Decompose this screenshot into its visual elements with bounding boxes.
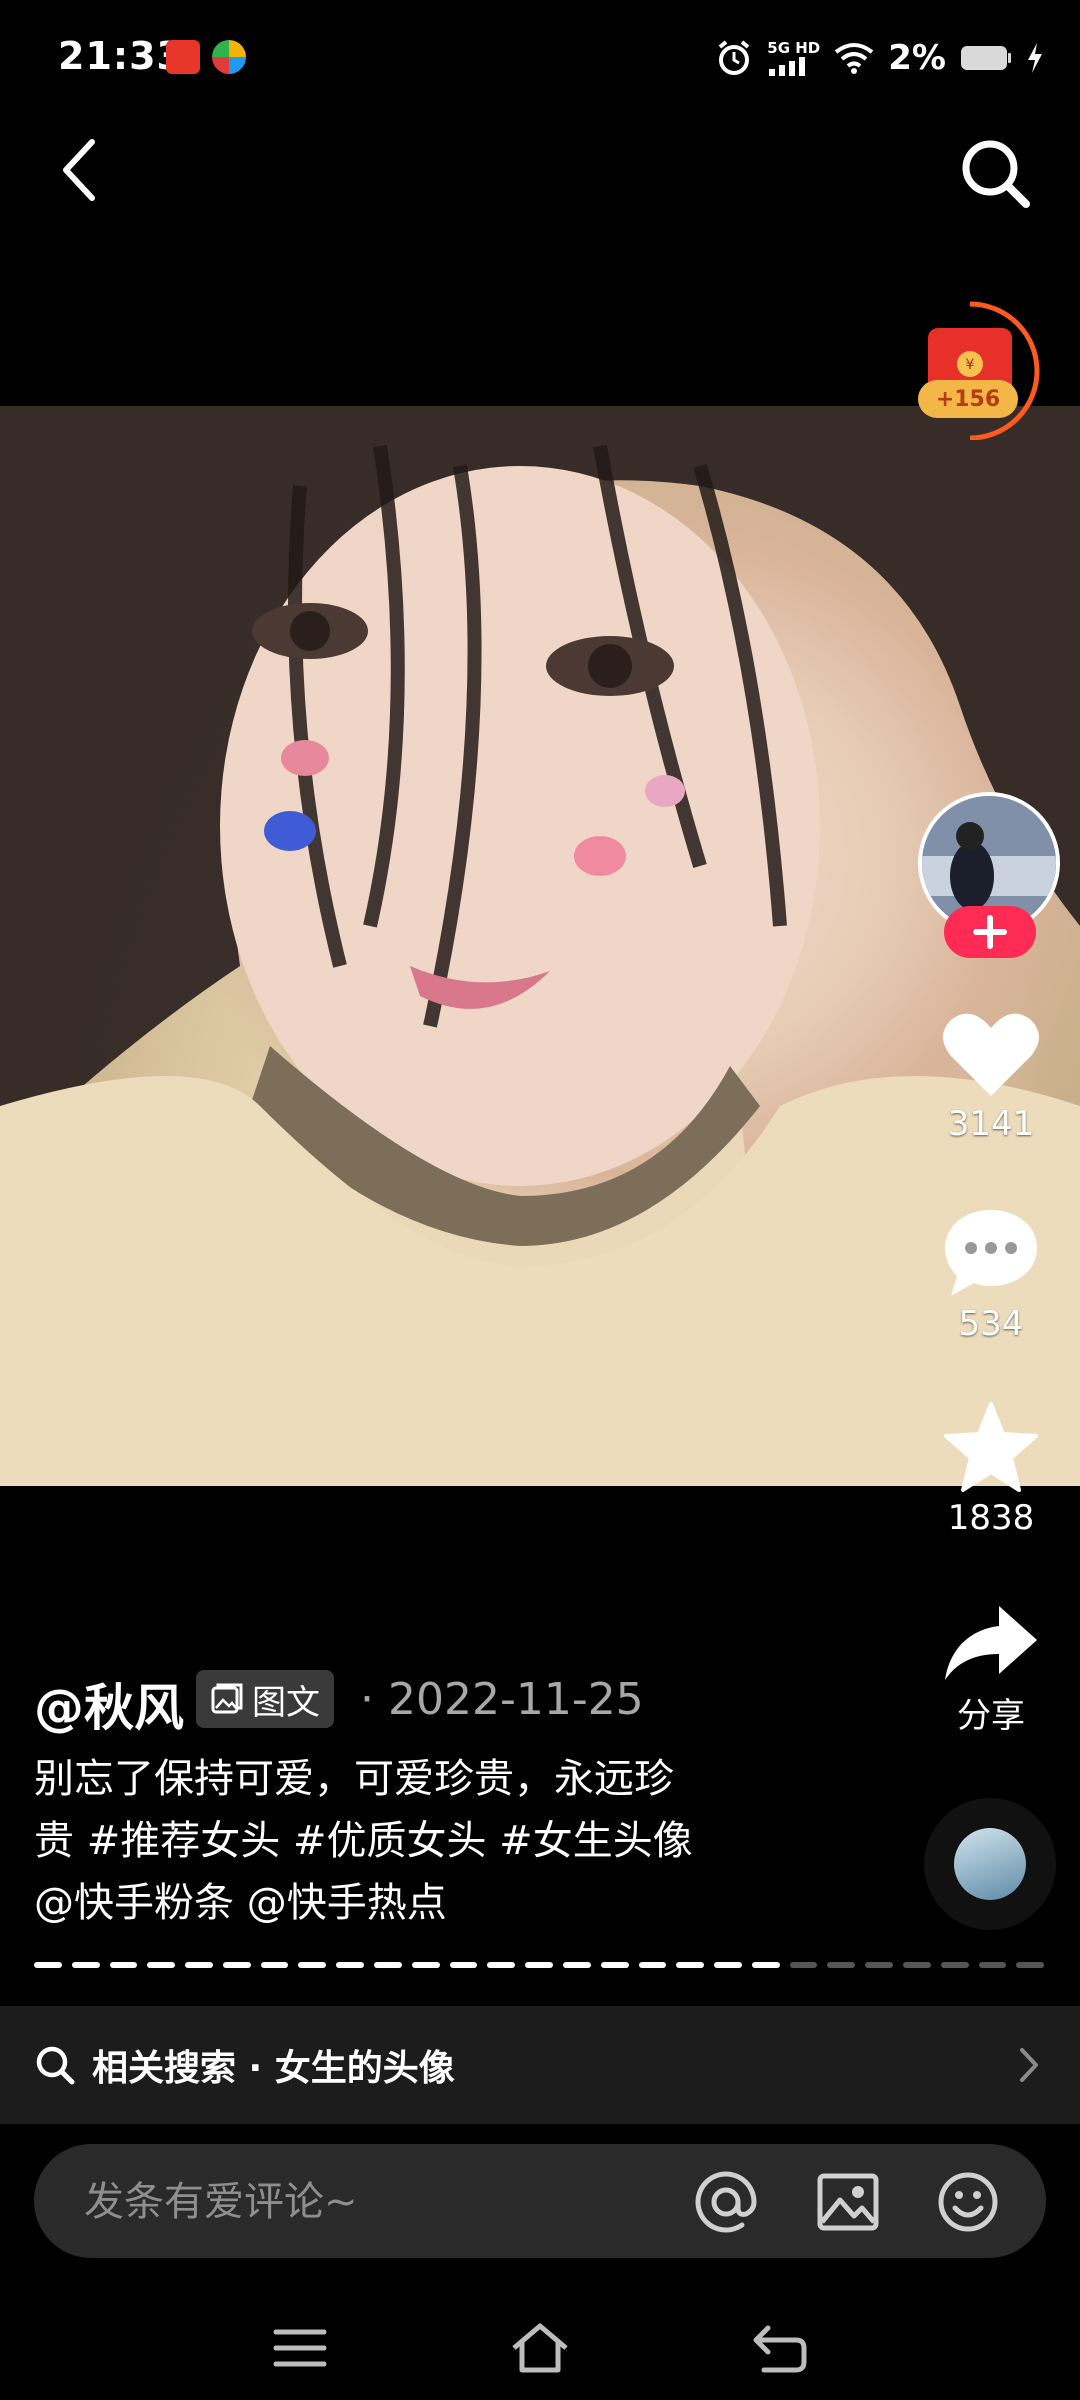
comment-count: 534	[958, 1304, 1024, 1344]
progress-segment	[827, 1962, 856, 1968]
music-cover	[954, 1828, 1026, 1900]
heart-icon	[943, 1013, 1039, 1096]
reward-red-packet[interactable]: ¥ +156	[910, 300, 1040, 441]
related-search-bar[interactable]: 相关搜索 · 女生的头像	[0, 2006, 1080, 2124]
app-notification-icon	[166, 40, 200, 74]
progress-segment	[336, 1962, 365, 1968]
progress-segment	[260, 1962, 289, 1968]
progress-segment	[449, 1962, 478, 1968]
mention-icon[interactable]	[694, 2170, 758, 2234]
author-name[interactable]: @秋风	[34, 1668, 184, 1740]
comment-input[interactable]	[82, 2144, 686, 2260]
like-button[interactable]: 3141	[936, 1010, 1046, 1144]
system-navigation-bar	[0, 2300, 1080, 2400]
charging-icon	[1028, 43, 1042, 73]
music-disc[interactable]	[924, 1798, 1056, 1930]
favorite-button[interactable]: 1838	[936, 1400, 1046, 1538]
progress-segment	[751, 1962, 780, 1968]
status-right: 5G HD 2%	[715, 36, 1044, 80]
status-bar: 21:33 5G HD 2%	[0, 0, 1080, 110]
progress-segment	[902, 1962, 931, 1968]
post-type-label: 图文	[252, 1682, 320, 1723]
share-arrow-icon	[945, 1606, 1037, 1680]
search-icon	[36, 2046, 75, 2085]
battery-percent: 2%	[888, 38, 946, 78]
progress-segment	[865, 1962, 893, 1968]
wifi-icon	[835, 43, 874, 74]
search-button[interactable]	[956, 134, 1036, 214]
svg-text:¥: ¥	[966, 357, 975, 373]
progress-segment	[222, 1962, 251, 1968]
progress-segment	[978, 1962, 1007, 1968]
alarm-icon	[719, 40, 750, 75]
emoji-icon[interactable]	[936, 2170, 1000, 2234]
plus-icon	[973, 915, 1007, 949]
search-icon	[962, 140, 1030, 208]
battery-icon	[961, 46, 1011, 70]
share-label: 分享	[957, 1696, 1025, 1736]
menu-icon[interactable]	[270, 2320, 330, 2376]
post-type-badge: 图文	[196, 1670, 334, 1728]
caption-line: 别忘了保持可爱，可爱珍贵，永远珍	[34, 1756, 674, 1802]
home-icon[interactable]	[510, 2320, 570, 2376]
progress-segment	[185, 1962, 213, 1968]
progress-segment	[109, 1962, 138, 1968]
back-button[interactable]	[48, 132, 108, 208]
comment-bar	[34, 2144, 1046, 2260]
back-arrow-icon	[63, 139, 95, 201]
comment-button[interactable]: 534	[936, 1206, 1046, 1344]
progress-segment	[789, 1962, 818, 1968]
progress-segment	[562, 1962, 591, 1968]
red-packet-icon: ¥	[928, 301, 1040, 441]
progress-segment	[411, 1962, 440, 1968]
caption-line: @快手粉条 @快手热点	[34, 1880, 447, 1926]
follow-button[interactable]	[944, 906, 1036, 958]
progress-segment	[714, 1962, 742, 1968]
progress-segment	[374, 1962, 402, 1968]
image-text-icon	[211, 1683, 243, 1714]
comment-bubble-icon	[945, 1210, 1037, 1296]
reward-badge: +156	[918, 380, 1018, 418]
caption-line: 贵 #推荐女头 #优质女头 #女生头像	[34, 1818, 693, 1864]
progress-segment	[487, 1962, 516, 1968]
network-indicator: 5G HD	[767, 38, 821, 76]
post-image[interactable]	[0, 406, 1080, 1486]
network-label: 5G HD	[767, 38, 821, 57]
progress-segment	[71, 1962, 100, 1968]
image-picker-icon[interactable]	[816, 2170, 880, 2234]
post-caption[interactable]: 别忘了保持可爱，可爱珍贵，永远珍 贵 #推荐女头 #优质女头 #女生头像 @快手…	[34, 1748, 814, 1934]
progress-segment	[298, 1962, 327, 1968]
progress-segment	[525, 1962, 553, 1968]
share-button[interactable]: 分享	[936, 1602, 1046, 1737]
progress-segment	[676, 1962, 705, 1968]
like-count: 3141	[947, 1104, 1035, 1144]
app-notification-icon-2	[212, 40, 246, 74]
progress-segment	[940, 1962, 969, 1968]
star-icon	[944, 1402, 1038, 1492]
progress-segment	[147, 1962, 176, 1968]
favorite-count: 1838	[947, 1498, 1035, 1538]
back-nav-icon[interactable]	[750, 2320, 810, 2376]
post-date: · 2022-11-25	[360, 1674, 644, 1725]
signal-icon	[769, 56, 806, 76]
image-progress-indicator	[34, 1962, 1045, 1968]
progress-segment	[600, 1962, 629, 1968]
related-search-text: 相关搜索 · 女生的头像	[92, 2048, 455, 2089]
chevron-right-icon	[1020, 2048, 1038, 2082]
progress-segment	[638, 1962, 667, 1968]
portrait-photo	[0, 406, 1080, 1486]
progress-segment	[1016, 1962, 1045, 1968]
progress-segment	[34, 1962, 62, 1968]
